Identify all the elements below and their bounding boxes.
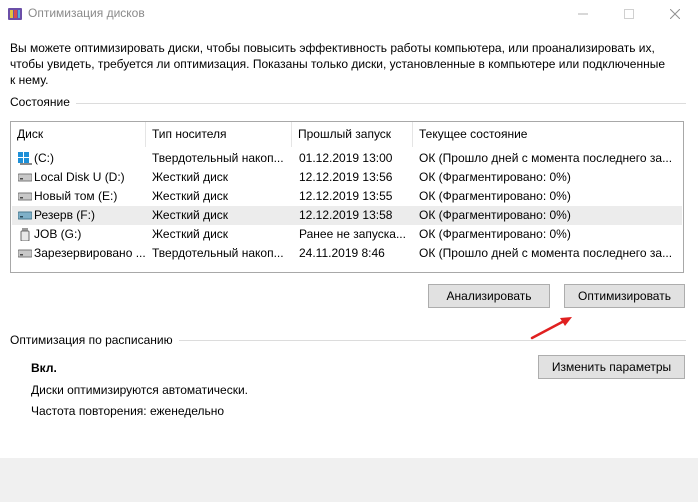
schedule-status: Вкл. <box>31 361 57 375</box>
footer-bar <box>0 458 698 502</box>
drives-list[interactable]: Диск Тип носителя Прошлый запуск Текущее… <box>10 121 684 273</box>
schedule-auto-text: Диски оптимизируются автоматически. <box>31 383 249 397</box>
system-drive-icon <box>18 152 32 165</box>
drive-row-c[interactable]: (C:) Твердотельный накоп... 01.12.2019 1… <box>12 149 682 168</box>
drive-name: Новый том (E:) <box>34 189 118 203</box>
drive-name: (C:) <box>34 151 54 165</box>
drive-type: Жесткий диск <box>152 170 229 184</box>
drive-row-g[interactable]: JOB (G:) Жесткий диск Ранее не запуска..… <box>12 225 682 244</box>
drive-last-run: 12.12.2019 13:55 <box>299 189 393 203</box>
hard-drive-icon <box>17 190 33 203</box>
column-header-last-run[interactable]: Прошлый запуск <box>292 122 413 147</box>
hard-drive-icon <box>17 247 33 260</box>
drive-type: Жесткий диск <box>152 189 229 203</box>
maximize-button[interactable] <box>606 0 652 28</box>
title-bar: Оптимизация дисков <box>0 0 698 28</box>
drive-last-run: 12.12.2019 13:56 <box>299 170 393 184</box>
drive-status: ОК (Фрагментировано: 0%) <box>419 170 571 184</box>
drive-status: ОК (Прошло дней с момента последнего за.… <box>419 151 673 165</box>
drive-row-e[interactable]: Новый том (E:) Жесткий диск 12.12.2019 1… <box>12 187 682 206</box>
drive-last-run: Ранее не запуска... <box>299 227 406 241</box>
drive-name: Local Disk U (D:) <box>34 170 125 184</box>
drive-status: ОК (Фрагментировано: 0%) <box>419 189 571 203</box>
window-title: Оптимизация дисков <box>28 6 145 20</box>
column-header-media-type[interactable]: Тип носителя <box>146 122 292 147</box>
usb-drive-icon <box>18 228 32 242</box>
drive-name: Резерв (F:) <box>34 208 95 222</box>
optimize-button[interactable]: Оптимизировать <box>564 284 685 308</box>
drive-type: Жесткий диск <box>152 208 229 222</box>
drive-name: JOB (G:) <box>34 227 82 241</box>
change-settings-button[interactable]: Изменить параметры <box>538 355 685 379</box>
hard-drive-icon <box>17 171 33 184</box>
close-button[interactable] <box>652 0 698 28</box>
drive-status: ОК (Фрагментировано: 0%) <box>419 208 571 222</box>
defrag-icon <box>7 6 23 22</box>
status-section-label: Состояние <box>10 95 76 109</box>
column-header-disk[interactable]: Диск <box>11 122 146 147</box>
drive-type: Твердотельный накоп... <box>152 246 284 260</box>
drive-last-run: 12.12.2019 13:58 <box>299 208 393 222</box>
drive-row-d[interactable]: Local Disk U (D:) Жесткий диск 12.12.201… <box>12 168 682 187</box>
minimize-button[interactable] <box>560 0 606 28</box>
status-divider <box>10 103 686 104</box>
drive-row-reserved[interactable]: Зарезервировано ... Твердотельный накоп.… <box>12 244 682 263</box>
drive-status: ОК (Фрагментировано: 0%) <box>419 227 571 241</box>
drive-name: Зарезервировано ... <box>34 246 146 260</box>
drive-type: Твердотельный накоп... <box>152 151 284 165</box>
column-header-current-status[interactable]: Текущее состояние <box>413 122 683 147</box>
drive-type: Жесткий диск <box>152 227 229 241</box>
analyze-button[interactable]: Анализировать <box>428 284 550 308</box>
drive-status: ОК (Прошло дней с момента последнего за.… <box>419 246 673 260</box>
drive-row-f[interactable]: Резерв (F:) Жесткий диск 12.12.2019 13:5… <box>12 206 682 225</box>
red-arrow-annotation <box>530 317 572 340</box>
intro-text: Вы можете оптимизировать диски, чтобы по… <box>10 41 666 87</box>
schedule-frequency-text: Частота повторения: еженедельно <box>31 404 225 418</box>
drive-last-run: 01.12.2019 13:00 <box>299 151 393 165</box>
schedule-section-label: Оптимизация по расписанию <box>10 333 179 347</box>
drive-last-run: 24.11.2019 8:46 <box>299 246 385 260</box>
hard-drive-icon <box>17 209 33 222</box>
